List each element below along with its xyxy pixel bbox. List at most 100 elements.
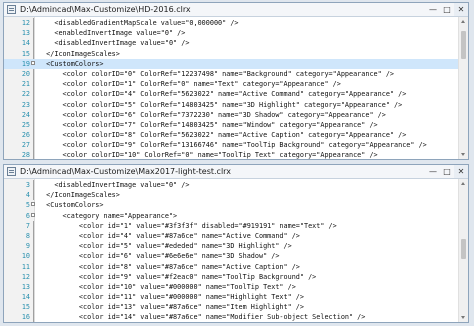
code-line[interactable]: 7 <color id="1" value="#3f3f3f" disabled… [4, 220, 458, 232]
code-text: <color id="11" value="#000000" name="Hig… [38, 293, 304, 302]
maximize-button[interactable]: □ [440, 3, 454, 16]
code-line[interactable]: 10 <color id="6" value="#6e6e6e" name="3… [4, 251, 458, 262]
code-line[interactable]: 13 <color id="10" value="#000000" name="… [4, 281, 458, 293]
code-line[interactable]: 4 </IconImageScales> [4, 190, 458, 201]
code-text: </IconImageScales> [38, 191, 120, 200]
line-number: 14 [21, 39, 30, 48]
fold-guide [31, 302, 35, 313]
title-bar[interactable]: D:\Admincad\Max-Customize\Max2017-light-… [4, 165, 468, 179]
code-line[interactable]: 14 <disabledInvertImage value="0" /> [4, 38, 458, 49]
code-text: <color colorID="6" ColorRef="7372230" na… [38, 110, 386, 119]
fold-guide [31, 292, 35, 303]
code-area[interactable]: 12 <disabledGradientMapScale value="0,00… [4, 18, 458, 159]
editor-window-top[interactable]: D:\Admincad\Max-Customize\HD-2016.clrx —… [3, 2, 469, 160]
fold-guide [31, 271, 35, 283]
code-line[interactable]: 6 <category name="Appearance"> [4, 211, 458, 221]
code-line[interactable]: 11 <color id="8" value="#87a6ce" name="A… [4, 261, 458, 272]
code-text: <color colorID="10" ColorRef="0" name="T… [38, 151, 378, 159]
line-number: 12 [21, 272, 30, 281]
code-text: <color colorID="1" ColorRef="0" name="Te… [38, 80, 341, 89]
line-number: 21 [21, 80, 30, 89]
line-number: 23 [21, 100, 30, 109]
fold-guide [31, 89, 35, 100]
line-number: 25 [21, 120, 30, 129]
code-line[interactable]: 25 <color colorID="7" ColorRef="14803425… [4, 119, 458, 131]
code-line[interactable]: 28 <color colorID="10" ColorRef="0" name… [4, 150, 458, 159]
maximize-button[interactable]: □ [440, 165, 454, 178]
code-text: <category name="Appearance"> [38, 211, 178, 220]
fold-collapse-icon[interactable] [31, 211, 35, 221]
line-number: 4 [25, 191, 30, 200]
code-text: <CustomColors> [38, 59, 104, 68]
vertical-scrollbar[interactable] [458, 17, 468, 159]
window-title: D:\Admincad\Max-Customize\Max2017-light-… [20, 167, 231, 176]
code-line[interactable]: 24 <color colorID="6" ColorRef="7372230"… [4, 109, 458, 121]
code-text: <color id="13" value="#87a6ce" name="Ite… [38, 303, 304, 312]
line-number: 19 [21, 59, 30, 68]
scrollbar-thumb[interactable] [461, 31, 466, 59]
code-line[interactable]: 8 <color id="4" value="#87a6ce" name="Ac… [4, 230, 458, 242]
code-line[interactable]: 12 <disabledGradientMapScale value="0,00… [4, 18, 458, 29]
code-editor[interactable]: 3 <disabledInvertImage value="0" /> 4 </I… [4, 179, 468, 322]
minimize-button[interactable]: — [426, 3, 440, 16]
code-line[interactable]: 13 <enabledInvertImage value="0" /> [4, 28, 458, 39]
line-number: 15 [21, 303, 30, 312]
fold-guide [31, 150, 35, 159]
document-icon [7, 167, 16, 176]
close-button[interactable]: ✕ [454, 165, 468, 178]
code-line[interactable]: 15 <color id="13" value="#87a6ce" name="… [4, 302, 458, 313]
scroll-down-arrow-icon[interactable] [461, 316, 465, 319]
code-line[interactable]: 23 <color colorID="5" ColorRef="14803425… [4, 99, 458, 110]
code-text: </IconImageScales> [38, 49, 120, 58]
code-text: <color colorID="7" ColorRef="14803425" n… [38, 120, 378, 129]
code-text: <color colorID="9" ColorRef="13166746" n… [38, 141, 427, 150]
code-line[interactable]: 14 <color id="11" value="#000000" name="… [4, 292, 458, 303]
scroll-up-arrow-icon[interactable] [461, 20, 465, 23]
vertical-scrollbar[interactable] [458, 179, 468, 322]
code-line[interactable]: 3 <disabledInvertImage value="0" /> [4, 180, 458, 191]
title-bar[interactable]: D:\Admincad\Max-Customize\HD-2016.clrx —… [4, 3, 468, 17]
code-line[interactable]: 21 <color colorID="1" ColorRef="0" name=… [4, 79, 458, 90]
line-number: 16 [21, 313, 30, 322]
code-line[interactable]: 19 <CustomColors> [4, 58, 458, 69]
line-number: 15 [21, 49, 30, 58]
window-controls: — □ ✕ [426, 3, 468, 16]
fold-guide [31, 140, 35, 151]
code-text: <disabledGradientMapScale value="0,00000… [38, 19, 239, 27]
fold-collapse-icon[interactable] [31, 200, 35, 210]
code-text: <disabledInvertImage value="0" /> [38, 39, 190, 48]
fold-guide [31, 251, 35, 262]
scrollbar-thumb[interactable] [461, 239, 466, 259]
code-line[interactable]: 20 <color colorID="0" ColorRef="12237498… [4, 68, 458, 80]
code-line[interactable]: 27 <color colorID="9" ColorRef="13166746… [4, 140, 458, 151]
code-line[interactable]: 22 <color colorID="4" ColorRef="5623022"… [4, 89, 458, 100]
code-line[interactable]: 26 <color colorID="8" ColorRef="5623022"… [4, 130, 458, 141]
fold-guide [31, 28, 35, 39]
code-editor[interactable]: 12 <disabledGradientMapScale value="0,00… [4, 17, 468, 159]
close-button[interactable]: ✕ [454, 3, 468, 16]
fold-guide [31, 48, 35, 59]
line-number: 13 [21, 29, 30, 38]
fold-guide [31, 38, 35, 49]
line-number: 10 [21, 252, 30, 261]
code-line[interactable]: 5 <CustomColors> [4, 200, 458, 210]
code-line[interactable]: 16 <color id="14" value="#87a6ce" name="… [4, 312, 458, 322]
scroll-up-arrow-icon[interactable] [461, 182, 465, 185]
code-line[interactable]: 12 <color id="9" value="#f2eac0" name="T… [4, 271, 458, 283]
fold-guide [31, 180, 35, 191]
line-number: 8 [25, 231, 30, 240]
code-text: <CustomColors> [38, 201, 104, 210]
minimize-button[interactable]: — [426, 165, 440, 178]
code-area[interactable]: 3 <disabledInvertImage value="0" /> 4 </I… [4, 180, 458, 322]
code-line[interactable]: 15 </IconImageScales> [4, 48, 458, 59]
editor-window-bottom[interactable]: D:\Admincad\Max-Customize\Max2017-light-… [3, 164, 469, 323]
fold-guide [31, 119, 35, 131]
line-number: 14 [21, 293, 30, 302]
code-line[interactable]: 9 <color id="5" value="#ededed" name="3D… [4, 241, 458, 252]
scroll-down-arrow-icon[interactable] [461, 153, 465, 156]
fold-guide [31, 190, 35, 201]
line-number: 11 [21, 262, 30, 271]
line-number: 6 [25, 211, 30, 220]
fold-collapse-icon[interactable] [31, 59, 35, 69]
code-text: <color colorID="5" ColorRef="14803425" n… [38, 100, 403, 109]
